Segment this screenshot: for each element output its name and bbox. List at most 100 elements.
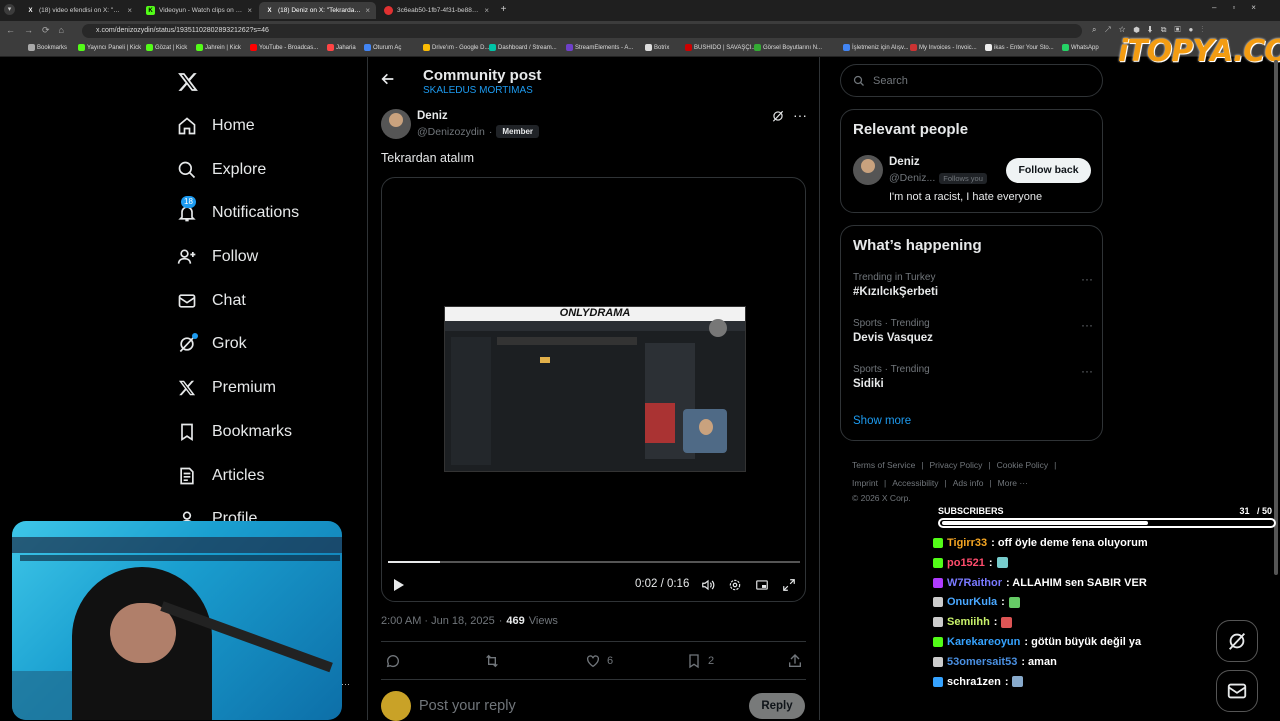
bookmark-action[interactable]: 2 [686, 653, 714, 669]
trend-name: Sidiki [853, 378, 884, 390]
share-action[interactable] [787, 653, 803, 669]
tab-close-icon[interactable]: × [484, 6, 489, 15]
bookmark-item[interactable]: BUSHIDO | SAVAŞÇI... [685, 44, 756, 51]
bookmark-item[interactable]: Jaharia [327, 44, 356, 51]
page-scrollbar[interactable] [1274, 60, 1278, 575]
bookmark-item[interactable]: WhatsApp [1062, 44, 1099, 51]
settings-gear-icon[interactable] [728, 578, 742, 592]
chat-username: schra1zen [947, 675, 1001, 688]
volume-icon[interactable] [701, 578, 715, 592]
grok-explain-icon[interactable] [771, 109, 785, 123]
bookmark-label: BUSHIDO | SAVAŞÇI... [694, 44, 757, 51]
follow-back-button[interactable]: Follow back [1006, 158, 1091, 183]
x-logo-icon[interactable] [177, 71, 199, 93]
bookmark-favicon-icon [489, 44, 496, 51]
author-avatar[interactable] [381, 109, 411, 139]
bookmark-item[interactable]: İşletmeniz için Alışv... [843, 44, 909, 51]
more-options-icon[interactable]: ··· [793, 107, 807, 123]
footer-link[interactable]: More ··· [998, 478, 1028, 488]
like-action[interactable]: 6 [585, 653, 613, 669]
trend-item[interactable]: Sports · Trending Sidiki ··· [853, 364, 1093, 390]
footer-separator: | [989, 478, 992, 488]
tab-3-active[interactable]: X (18) Deniz on X: "Tekrardan atal × [259, 2, 376, 19]
tab-search-icon[interactable]: ▾ [4, 4, 15, 15]
new-tab-button[interactable]: + [498, 4, 509, 15]
tab-close-icon[interactable]: × [247, 6, 252, 15]
bookmark-item[interactable]: Yayıncı Paneli | Kick [78, 44, 141, 51]
footer-link[interactable]: Accessibility [892, 478, 938, 488]
home-icon [176, 115, 198, 137]
video-progress-track[interactable] [388, 561, 800, 563]
play-icon[interactable] [393, 578, 405, 592]
tab-close-icon[interactable]: × [127, 6, 132, 15]
bookmark-item[interactable]: Botrix [645, 44, 669, 51]
reply-action[interactable] [385, 653, 401, 669]
picture-in-picture-icon[interactable] [755, 578, 769, 592]
tab-2[interactable]: K Videoyun - Watch clips on Kick × [140, 2, 258, 19]
fullscreen-icon[interactable] [782, 578, 796, 592]
messages-fab-button[interactable] [1216, 670, 1258, 712]
nav-home[interactable]: Home [176, 111, 255, 141]
tab-1[interactable]: X (18) video efendisi on X: "Bilal ( × [20, 2, 138, 19]
nav-follow[interactable]: Follow [176, 242, 258, 272]
more-options-icon[interactable]: ··· [1081, 364, 1093, 378]
bookmark-item[interactable]: Bookmarks [28, 44, 67, 51]
nav-premium[interactable]: Premium [176, 373, 276, 403]
bookmark-item[interactable]: StreamElements - A... [566, 44, 633, 51]
tab-close-icon[interactable]: × [365, 6, 370, 15]
nav-notifications[interactable]: 18 Notifications [176, 196, 299, 228]
tab-4[interactable]: 3c6eab50-1fb7-4f31-be88-82d × [378, 2, 495, 19]
like-count: 6 [607, 655, 614, 667]
bookmark-item[interactable]: Görsel Boyutlarını N... [754, 44, 822, 51]
author-name[interactable]: Deniz [417, 110, 448, 122]
reply-input[interactable]: Post your reply [419, 698, 516, 714]
bookmark-item[interactable]: ikas - Enter Your Sto... [985, 44, 1054, 51]
footer-link[interactable]: Privacy Policy [930, 460, 983, 470]
nav-arrows-icon[interactable]: ←→⟳⌂ [6, 25, 73, 36]
video-player[interactable]: ONLYDRAMA 0:02 / 0:16 [381, 177, 806, 602]
nav-bookmarks[interactable]: Bookmarks [176, 417, 292, 447]
person-name[interactable]: Deniz [889, 156, 920, 168]
bookmark-item[interactable]: Oturum Aç [364, 44, 401, 51]
back-arrow-icon[interactable] [380, 71, 396, 87]
bookmark-item[interactable]: Gözat | Kick [146, 44, 187, 51]
show-more-link[interactable]: Show more [853, 415, 911, 427]
bookmark-item[interactable]: My Invoices - Invoic... [910, 44, 977, 51]
post-timestamp[interactable]: 2:00 AM · Jun 18, 2025 [381, 615, 495, 627]
community-link[interactable]: SKALEDUS MORTIMAS [423, 85, 533, 96]
relevant-people-card: Relevant people Deniz @Deniz... Follows … [840, 109, 1103, 213]
bookmark-item[interactable]: YouTube - Broadcas... [250, 44, 318, 51]
person-meta: @Deniz... Follows you [889, 172, 987, 184]
grok-fab-button[interactable] [1216, 620, 1258, 662]
x-favicon-icon: X [28, 7, 33, 14]
repost-action[interactable] [484, 653, 500, 669]
person-handle[interactable]: @Deniz... [889, 172, 935, 184]
chat-emote-icon [996, 557, 1008, 569]
nav-articles[interactable]: Articles [176, 461, 264, 491]
trend-item[interactable]: Sports · Trending Devis Vasquez ··· [853, 318, 1093, 344]
bookmark-item[interactable]: Jahrein | Kick [196, 44, 241, 51]
author-handle[interactable]: @Denizozydin [417, 126, 485, 138]
footer-link[interactable]: Terms of Service [852, 460, 915, 470]
more-options-icon[interactable]: ··· [1081, 318, 1093, 332]
nav-chat[interactable]: Chat [176, 286, 246, 316]
address-bar[interactable]: x.com/denizozydin/status/193511028028932… [82, 24, 1082, 38]
nav-explore[interactable]: Explore [176, 155, 266, 185]
search-input[interactable]: Search [840, 64, 1103, 97]
reply-button[interactable]: Reply [749, 693, 805, 719]
footer-link[interactable]: Cookie Policy [997, 460, 1049, 470]
footer-link[interactable]: Ads info [953, 478, 984, 488]
trend-item[interactable]: Trending in Turkey #KızılcıkŞerbeti ··· [853, 272, 1093, 298]
footer-link[interactable]: Imprint [852, 478, 878, 488]
bookmark-item[interactable]: Drive'ım - Google D... [423, 44, 490, 51]
bookmark-item[interactable]: Dashboard / Stream... [489, 44, 557, 51]
chat-badge-icon [933, 538, 943, 548]
my-avatar[interactable] [381, 691, 411, 721]
nav-grok[interactable]: Grok [176, 329, 247, 359]
person-avatar[interactable] [853, 155, 883, 185]
more-options-icon[interactable]: ··· [1081, 272, 1093, 286]
heart-icon [587, 655, 599, 668]
window-controls[interactable]: –▫× [1212, 3, 1272, 12]
more-options-icon[interactable]: ··· [341, 679, 350, 689]
chat-badge-icon [933, 676, 943, 687]
